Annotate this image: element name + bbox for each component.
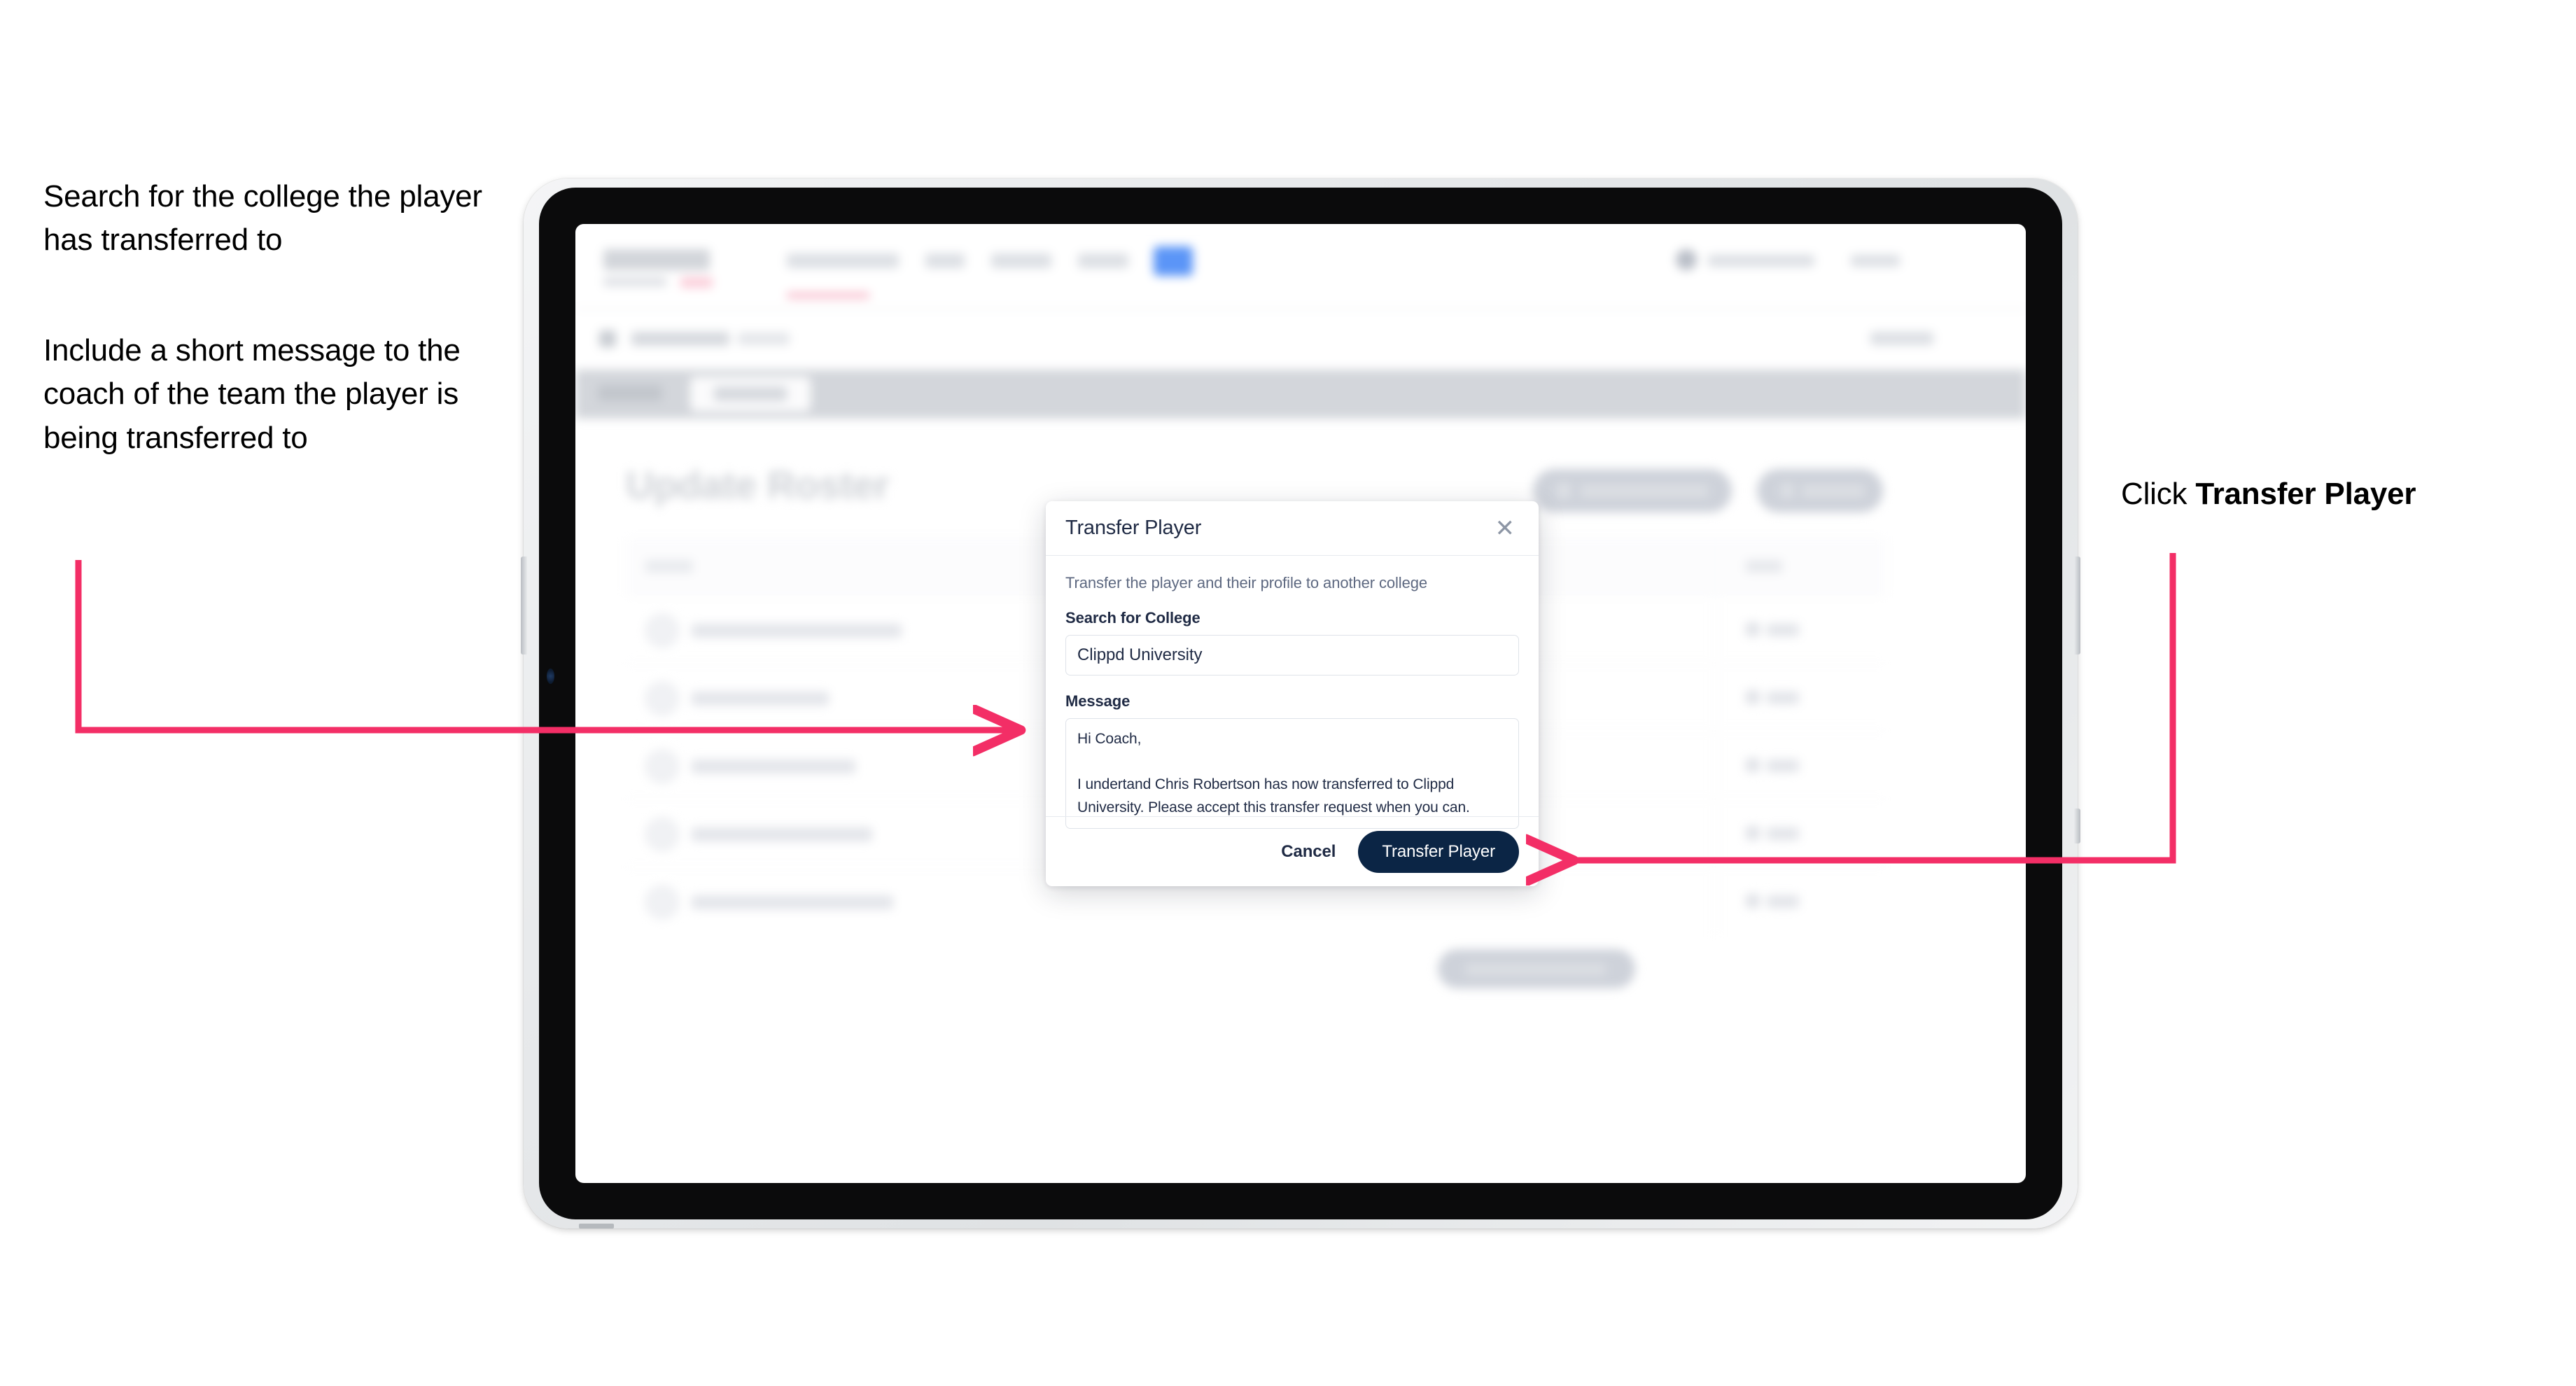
app-logo-subtext xyxy=(603,277,666,286)
modal-footer: Cancel Transfer Player xyxy=(1046,816,1539,886)
tab-bar xyxy=(575,370,2026,419)
tab-inactive[interactable] xyxy=(598,385,662,401)
message-textarea[interactable] xyxy=(1065,718,1519,829)
column-header-edit xyxy=(1746,560,1782,573)
college-field-label: Search for College xyxy=(1065,609,1200,626)
table-column-divider xyxy=(1715,538,1716,937)
close-icon[interactable]: ✕ xyxy=(1491,514,1520,543)
sign-out-button[interactable] xyxy=(1851,255,1900,267)
breadcrumb-bar xyxy=(575,309,2026,370)
nav-item-1[interactable] xyxy=(925,253,965,268)
avatar xyxy=(645,750,679,783)
cancel-button[interactable]: Cancel xyxy=(1277,841,1340,862)
player-name xyxy=(692,895,893,909)
avatar xyxy=(645,886,679,919)
edit-label[interactable] xyxy=(1767,692,1799,704)
plus-icon xyxy=(1781,483,1793,498)
avatar xyxy=(645,818,679,851)
edit-label[interactable] xyxy=(1767,624,1799,636)
annotation-include-message: Include a short message to the coach of … xyxy=(43,333,461,455)
modal-header: Transfer Player ✕ xyxy=(1046,501,1539,556)
right-side-button-bottom[interactable] xyxy=(2074,808,2080,844)
account-email-label xyxy=(1708,255,1814,267)
annotation-search-college: Search for the college the player has tr… xyxy=(43,179,482,258)
annotation-click-prefix: Click xyxy=(2121,477,2196,511)
pencil-icon[interactable] xyxy=(1746,758,1760,772)
nav-item-2[interactable] xyxy=(991,253,1051,268)
player-name xyxy=(692,692,829,706)
app-logo-accent-badge xyxy=(680,277,713,288)
right-side-button-top[interactable] xyxy=(2074,556,2080,654)
nav-item-0[interactable] xyxy=(787,253,899,268)
avatar xyxy=(645,614,679,648)
modal-subtitle: Transfer the player and their profile to… xyxy=(1065,574,1427,592)
nav-item-3[interactable] xyxy=(1078,253,1128,268)
breadcrumb-icon xyxy=(599,330,616,347)
avatar xyxy=(645,682,679,715)
pencil-icon[interactable] xyxy=(1746,690,1760,704)
left-side-button[interactable] xyxy=(521,556,527,654)
edit-label[interactable] xyxy=(1767,760,1799,772)
edit-label[interactable] xyxy=(1767,827,1799,840)
breadcrumb-primary[interactable] xyxy=(631,332,729,346)
transfer-icon xyxy=(1557,483,1571,498)
message-field-label: Message xyxy=(1065,692,1130,710)
player-name xyxy=(692,827,872,841)
front-camera-icon xyxy=(547,668,554,684)
nav-item-active-badge[interactable] xyxy=(1154,246,1193,276)
transfer-player-button[interactable]: Transfer Player xyxy=(1358,830,1519,873)
tab-active-label xyxy=(714,386,787,401)
breadcrumb-cancel-action[interactable] xyxy=(1870,332,1933,345)
annotation-click-target: Transfer Player xyxy=(2195,477,2416,511)
pencil-icon[interactable] xyxy=(1746,622,1760,636)
modal-title: Transfer Player xyxy=(1065,517,1202,539)
player-name xyxy=(692,760,855,774)
add-player-label xyxy=(1802,484,1865,498)
annotation-click-transfer-player: Click Transfer Player xyxy=(2121,472,2555,516)
tablet-bottom-port xyxy=(579,1224,614,1228)
tablet-screen: Update Roster Transfer Player ✕ Transfer… xyxy=(575,224,2026,1183)
transfer-player-modal: Transfer Player ✕ Transfer the player an… xyxy=(1046,501,1539,886)
player-name xyxy=(692,624,902,638)
avatar[interactable] xyxy=(1676,249,1697,270)
pencil-icon[interactable] xyxy=(1746,894,1760,908)
app-header xyxy=(575,224,2026,308)
breadcrumb-secondary xyxy=(738,332,790,345)
modal-body: Transfer the player and their profile to… xyxy=(1046,556,1539,835)
pencil-icon[interactable] xyxy=(1746,826,1760,840)
app-logo[interactable] xyxy=(603,249,710,270)
nav-active-underline xyxy=(787,293,869,298)
save-roster-label xyxy=(1466,963,1606,976)
request-player-transfer-label xyxy=(1581,484,1708,498)
edit-label[interactable] xyxy=(1767,895,1799,908)
search-college-input[interactable] xyxy=(1065,635,1519,676)
page-title: Update Roster xyxy=(626,463,890,507)
column-header-name xyxy=(645,560,693,573)
